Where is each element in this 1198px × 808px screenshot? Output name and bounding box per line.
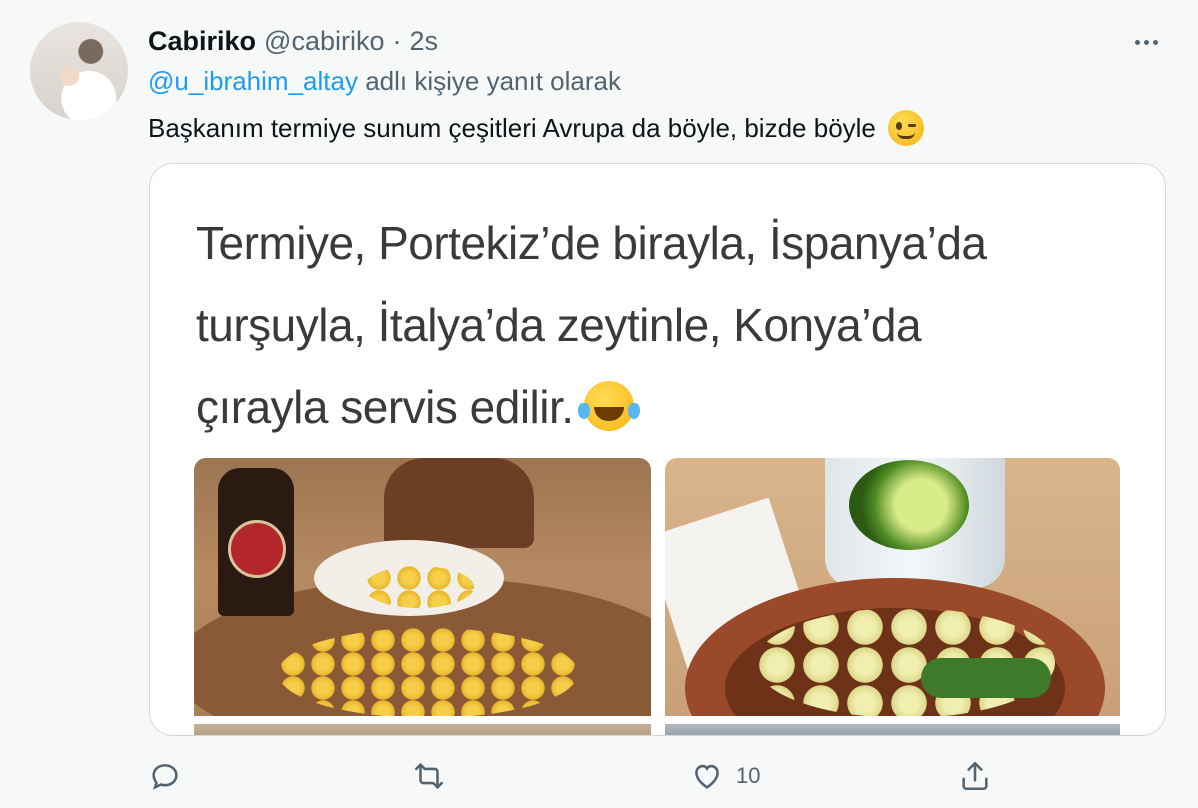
photo-beans-with-pickles[interactable]: [665, 458, 1120, 716]
beans-shape: [364, 566, 474, 608]
tweet-header: Cabiriko @cabiriko · 2s: [148, 24, 438, 58]
photo-bottom-left[interactable]: [194, 724, 651, 735]
cucumber-shape: [921, 658, 1051, 698]
photo-beer-and-beans[interactable]: [194, 458, 651, 716]
bottle-label-shape: [228, 520, 286, 578]
retweet-button[interactable]: [412, 758, 458, 794]
lime-shape: [849, 460, 969, 550]
heart-icon: [695, 764, 719, 789]
like-count: 10: [736, 763, 761, 788]
like-button[interactable]: 10: [690, 758, 760, 794]
tears-of-joy-icon: [577, 381, 640, 431]
beans-shape: [278, 628, 578, 716]
user-handle[interactable]: @cabiriko: [264, 26, 384, 57]
chair-shape: [384, 458, 534, 548]
separator-dot: ·: [392, 25, 402, 56]
more-options-icon[interactable]: [1126, 30, 1166, 54]
replying-to: @u_ibrahim_altay adlı kişiye yanıt olara…: [148, 66, 621, 97]
retweet-icon: [414, 763, 444, 789]
media-caption-line: turşuyla, İtalya’da zeytinle, Konya’da: [196, 299, 922, 351]
tweet-text: Başkanım termiye sunum çeşitleri Avrupa …: [148, 110, 924, 146]
tweet[interactable]: Cabiriko @cabiriko · 2s @u_ibrahim_altay…: [0, 0, 1198, 808]
timestamp[interactable]: 2s: [409, 26, 438, 57]
reply-button[interactable]: [148, 758, 194, 794]
reply-icon: [152, 764, 178, 790]
tweet-actions: 10: [148, 758, 1008, 798]
reply-handle-link[interactable]: @u_ibrahim_altay: [148, 66, 358, 96]
share-icon: [962, 761, 988, 791]
media-caption-line: Termiye, Portekiz’de birayla, İspanya’da: [196, 217, 987, 269]
winking-face-icon: [887, 110, 924, 146]
media-caption-line: çırayla servis edilir.: [196, 366, 1116, 448]
share-button[interactable]: [958, 758, 1004, 794]
media-attachment[interactable]: Termiye, Portekiz’de birayla, İspanya’da…: [149, 163, 1166, 736]
avatar[interactable]: [30, 22, 128, 120]
reply-suffix: adlı kişiye yanıt olarak: [365, 66, 621, 96]
display-name[interactable]: Cabiriko: [148, 26, 256, 57]
photo-bottom-right[interactable]: [665, 724, 1120, 735]
tweet-body: Başkanım termiye sunum çeşitleri Avrupa …: [148, 112, 876, 143]
media-caption: Termiye, Portekiz’de birayla, İspanya’da…: [196, 202, 1116, 448]
